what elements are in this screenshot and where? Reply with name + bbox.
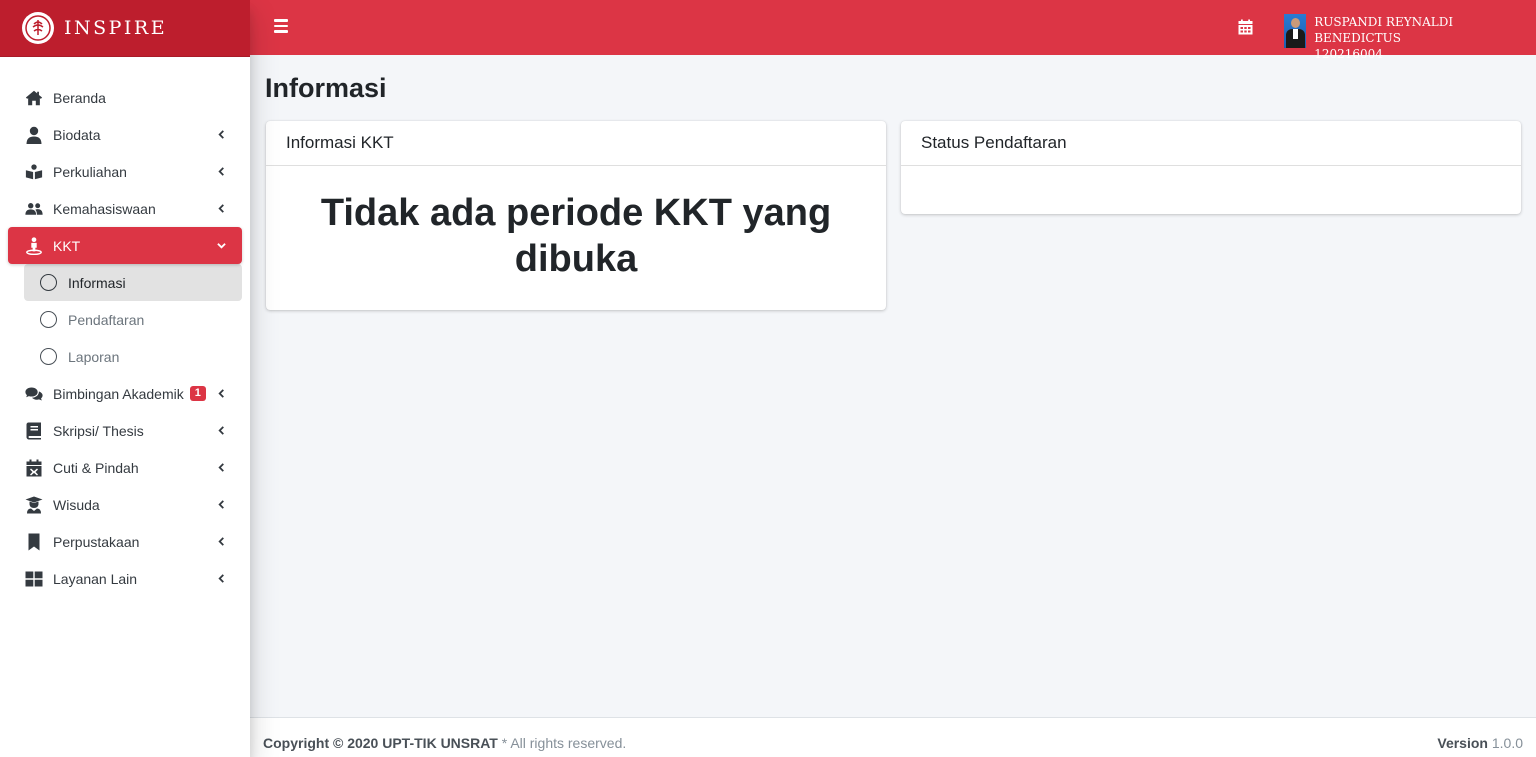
version-label: Version [1437,735,1488,751]
book-reader-icon [24,162,44,182]
card-title: Status Pendaftaran [901,121,1521,166]
sidebar-item-label: Beranda [53,89,106,106]
circle-icon [40,274,57,291]
home-icon [24,88,44,108]
chevron-left-icon [214,164,228,178]
menu-toggle-icon[interactable] [274,19,288,33]
sidebar-item-beranda[interactable]: Beranda [8,79,242,116]
chevron-left-icon [214,201,228,215]
sidebar-item-label: Bimbingan Akademik [53,385,184,402]
circle-icon [40,348,57,365]
sidebar-item-label: Kemahasiswaan [53,200,156,217]
chevron-left-icon [214,460,228,474]
sidebar-item-layanan-lain[interactable]: Layanan Lain [8,560,242,597]
circle-icon [40,311,57,328]
users-icon [24,199,44,219]
sidebar: INSPIRE Beranda Biodata Perkuliahan Kema… [0,0,250,757]
notification-badge: 1 [189,386,206,401]
sidebar-item-label: Wisuda [53,496,100,513]
sidebar-item-label: Perkuliahan [53,163,127,180]
chevron-left-icon [214,127,228,141]
chevron-left-icon [214,534,228,548]
avatar [1284,14,1307,48]
sidebar-item-label: Cuti & Pindah [53,459,139,476]
version-value: 1.0.0 [1487,735,1523,751]
chevron-down-icon [214,238,228,252]
sidebar-menu: Beranda Biodata Perkuliahan Kemahasiswaa… [0,57,250,597]
brand-link[interactable]: INSPIRE [0,0,250,57]
sidebar-subitem-informasi[interactable]: Informasi [24,264,242,301]
sidebar-item-kemahasiswaan[interactable]: Kemahasiswaan [8,190,242,227]
sidebar-item-label: KKT [53,237,81,254]
sidebar-item-label: Skripsi/ Thesis [53,422,144,439]
content-wrapper: Informasi Informasi KKT Tidak ada period… [250,55,1536,717]
street-view-icon [24,236,44,256]
card-title: Informasi KKT [266,121,886,166]
sidebar-subitem-pendaftaran[interactable]: Pendaftaran [24,301,242,338]
chevron-left-icon [214,497,228,511]
sidebar-item-label: Perpustakaan [53,533,140,550]
sidebar-item-kkt[interactable]: KKT [8,227,242,264]
page-title: Informasi [265,73,387,103]
chevron-left-icon [214,423,228,437]
brand-name: INSPIRE [64,17,168,39]
sidebar-item-perkuliahan[interactable]: Perkuliahan [8,153,242,190]
comments-icon [24,384,44,404]
user-icon [24,125,44,145]
top-navbar: RUSPANDI REYNALDI BENEDICTUS 120216004 [250,0,1536,61]
sidebar-item-label: Layanan Lain [53,570,138,587]
sidebar-item-skripsi-thesis[interactable]: Skripsi/ Thesis [8,412,242,449]
book-icon [24,421,44,441]
rights-text: * All rights reserved. [497,735,627,751]
no-period-message: Tidak ada periode KKT yang dibuka [320,192,832,280]
copyright-text: Copyright © 2020 UPT-TIK UNSRAT [263,735,498,751]
sidebar-item-cuti-pindah[interactable]: Cuti & Pindah [8,449,242,486]
calendar-icon[interactable] [1238,19,1253,35]
calendar-times-icon [24,458,44,478]
sidebar-item-biodata[interactable]: Biodata [8,116,242,153]
status-pendaftaran-card: Status Pendaftaran [901,121,1521,214]
chevron-left-icon [214,386,228,400]
footer: Copyright © 2020 UPT-TIK UNSRAT * All ri… [250,717,1536,757]
th-large-icon [24,569,44,589]
footer-copyright: Copyright © 2020 UPT-TIK UNSRAT * All ri… [263,735,626,751]
sidebar-item-perpustakaan[interactable]: Perpustakaan [8,523,242,560]
sidebar-subitem-label: Pendaftaran [68,311,145,328]
sidebar-item-bimbingan-akademik[interactable]: Bimbingan Akademik 1 [8,375,242,412]
sidebar-item-wisuda[interactable]: Wisuda [8,486,242,523]
informasi-kkt-card: Informasi KKT Tidak ada periode KKT yang… [266,121,886,310]
unsrat-logo [22,12,54,44]
bookmark-icon [24,532,44,552]
user-graduate-icon [24,495,44,515]
chevron-left-icon [214,571,228,585]
sidebar-subitem-laporan[interactable]: Laporan [24,338,242,375]
sidebar-subitem-label: Informasi [68,274,126,291]
footer-version: Version 1.0.0 [1437,735,1523,751]
user-name: RUSPANDI REYNALDI BENEDICTUS [1314,15,1454,45]
sidebar-item-label: Biodata [53,126,101,143]
sidebar-subitem-label: Laporan [68,348,120,365]
